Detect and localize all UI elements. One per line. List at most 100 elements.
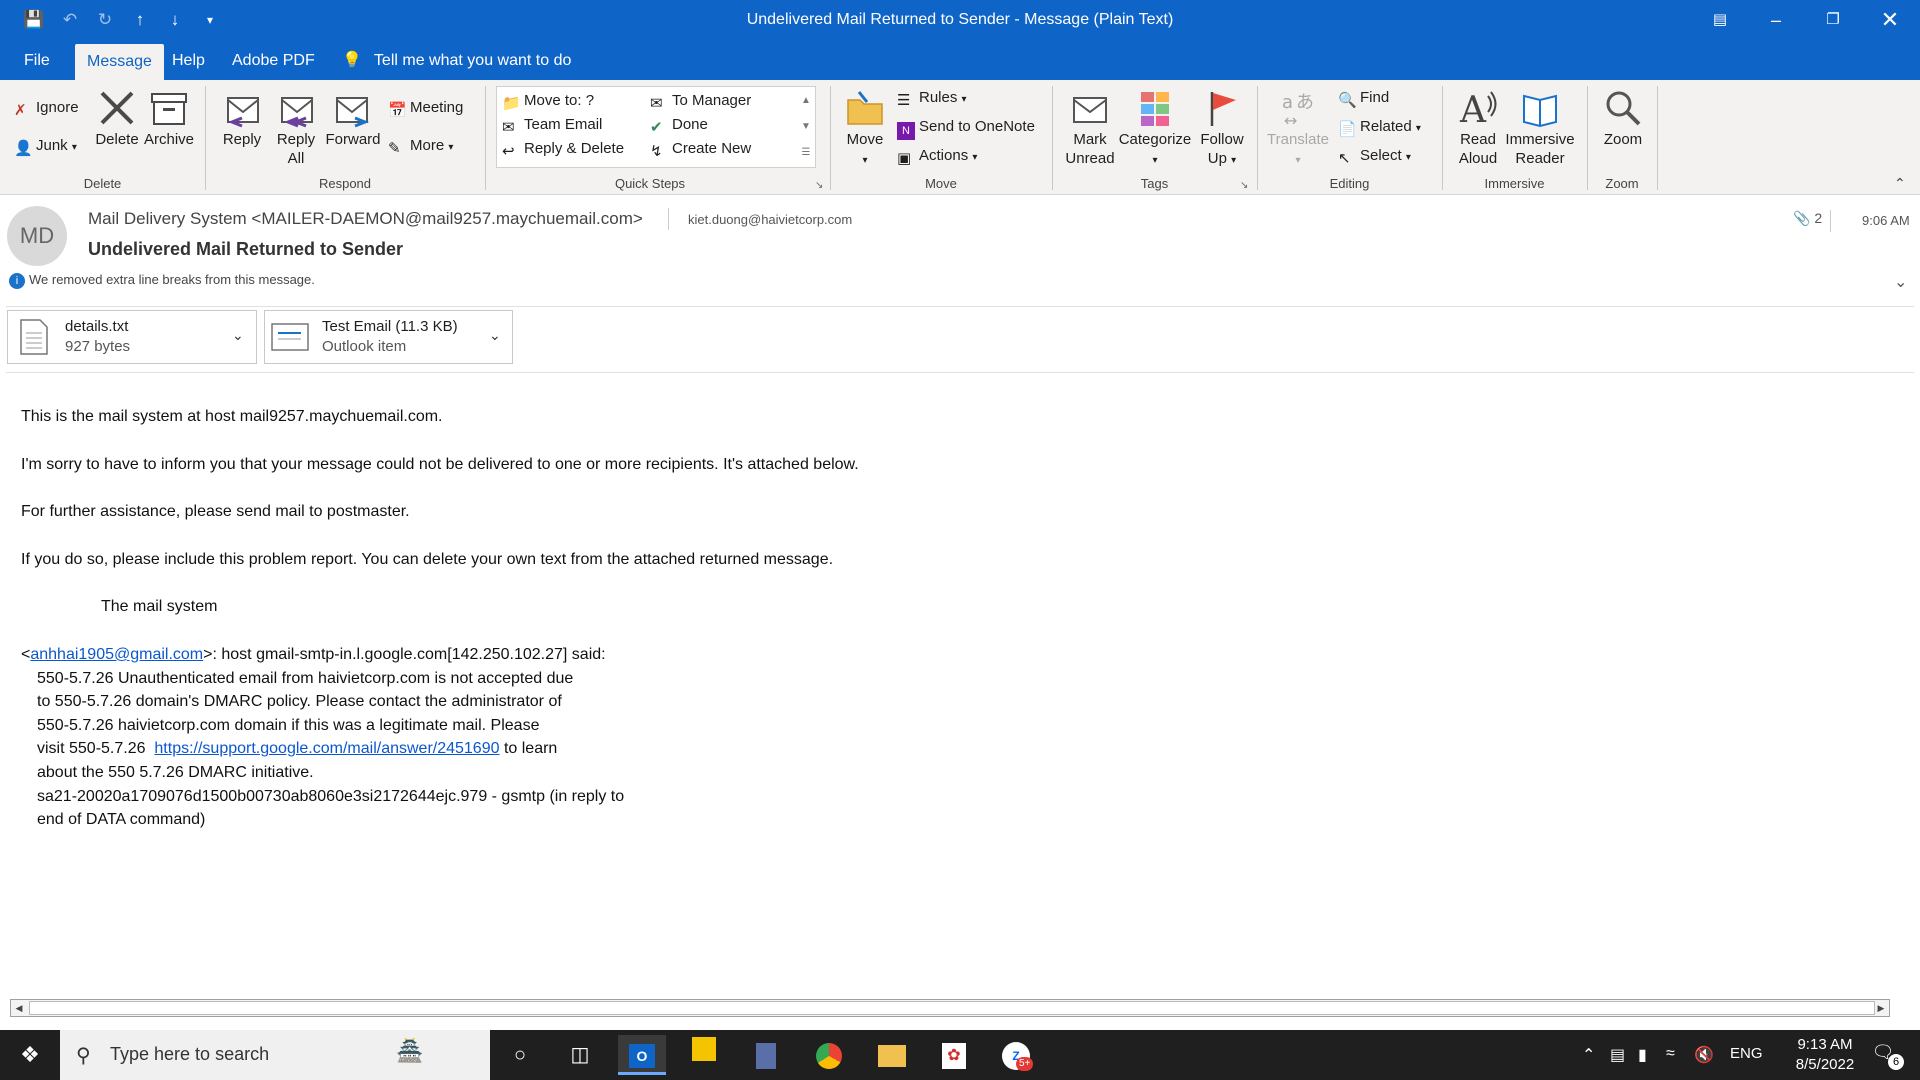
collapse-ribbon-icon[interactable]: ⌃: [1894, 175, 1906, 192]
volume-muted-icon[interactable]: 🔇: [1694, 1045, 1714, 1065]
categorize-button[interactable]: Categorize ▾: [1118, 88, 1192, 170]
move-to-label: Move to: ?: [524, 92, 595, 109]
attachment-test-email[interactable]: Test Email (11.3 KB) Outlook item ⌄: [264, 310, 513, 364]
move-button[interactable]: Move ▾: [840, 88, 890, 170]
related-button[interactable]: 📄 Related ▾: [1338, 117, 1421, 139]
taskbar: ❖ ⚲ Type here to search 🏯 ○ ◫ O ✿ Z 5+ ⌃…: [0, 1030, 1920, 1080]
meeting-button[interactable]: 📅 Meeting: [388, 98, 463, 119]
meeting-label: Meeting: [410, 99, 464, 116]
move-label: Move: [846, 131, 884, 148]
zoom-button[interactable]: Zoom: [1595, 88, 1651, 149]
quickstep-reply-delete[interactable]: ↩ Reply & Delete: [502, 139, 624, 160]
paperclip-icon: 📎: [1793, 210, 1811, 226]
zoom-label: Zoom: [1603, 131, 1643, 148]
wifi-icon[interactable]: ≈: [1666, 1045, 1675, 1063]
search-box[interactable]: ⚲ Type here to search 🏯: [60, 1030, 490, 1080]
close-button[interactable]: ✕: [1862, 0, 1918, 40]
more-button[interactable]: ✎ More ▾: [388, 136, 453, 158]
quickstep-create-new[interactable]: ↯ Create New: [650, 139, 751, 160]
error-line-text: to learn: [499, 740, 558, 758]
follow-up-button[interactable]: Follow Up ▾: [1196, 88, 1248, 170]
mark-unread-button[interactable]: Mark Unread: [1060, 88, 1120, 168]
support-link[interactable]: https://support.google.com/mail/answer/2…: [154, 740, 499, 757]
task-view-icon[interactable]: ◫: [556, 1035, 604, 1075]
delete-button[interactable]: Delete: [92, 88, 142, 149]
calculator-icon[interactable]: [742, 1035, 790, 1075]
subject: Undelivered Mail Returned to Sender: [88, 239, 404, 259]
dialog-launcher-icon[interactable]: ↘: [815, 180, 823, 191]
send-to-onenote-button[interactable]: N Send to OneNote: [897, 117, 1035, 140]
group-label-respond: Respond: [318, 176, 372, 191]
archive-button[interactable]: Archive: [142, 88, 196, 149]
expand-header-icon[interactable]: ⌄: [1894, 272, 1907, 292]
recipient-rest-text: >: host gmail-smtp-in.l.google.com[142.2…: [203, 645, 606, 663]
chevron-down-icon[interactable]: ⌄: [232, 327, 244, 344]
body-signature: The mail system: [101, 598, 218, 616]
ignore-button[interactable]: ✗ Ignore: [14, 98, 79, 119]
scrollbar-thumb[interactable]: [29, 1001, 1875, 1015]
lightbulb-icon: 💡: [342, 52, 362, 69]
minimize-button[interactable]: –: [1748, 0, 1804, 40]
language-indicator[interactable]: ENG: [1730, 1045, 1763, 1062]
forward-button[interactable]: Forward: [324, 88, 382, 149]
tags-dialog-launcher-icon[interactable]: ↘: [1240, 180, 1248, 191]
quickstep-done[interactable]: ✔ Done: [650, 115, 708, 136]
tab-file[interactable]: File: [12, 40, 62, 80]
scroll-left-icon[interactable]: ◀: [11, 1000, 27, 1016]
immersive-reader-button[interactable]: Immersive Reader: [1504, 88, 1576, 168]
quick-steps-scroll[interactable]: ▲ ▼ ☰: [798, 88, 814, 166]
meet-now-icon[interactable]: ▤: [1610, 1045, 1625, 1065]
checkmark-icon: ✔: [650, 119, 663, 136]
zalo-icon[interactable]: Z 5+: [992, 1035, 1040, 1075]
quickstep-to-manager[interactable]: ✉ To Manager: [650, 91, 751, 112]
avatar[interactable]: MD: [7, 206, 67, 266]
rules-button[interactable]: ☰ Rules ▾: [897, 88, 967, 110]
error-line: about the 550 5.7.26 DMARC initiative.: [37, 763, 314, 781]
file-explorer-icon[interactable]: [868, 1035, 916, 1075]
reply-all-button[interactable]: Reply All: [272, 88, 320, 168]
outlook-taskbar-icon[interactable]: O: [618, 1035, 666, 1075]
more-label: More: [410, 137, 445, 154]
chevron-up-icon[interactable]: ⌃: [1582, 1045, 1595, 1065]
divider: [668, 208, 669, 230]
recipient[interactable]: kiet.duong@haivietcorp.com: [688, 212, 852, 227]
scroll-right-icon[interactable]: ▶: [1873, 1000, 1889, 1016]
tell-me-box[interactable]: 💡 Tell me what you want to do: [330, 40, 583, 80]
recipient-line: <anhhai1905@gmail.com>: host gmail-smtp-…: [21, 643, 1871, 667]
quickstep-team-email[interactable]: ✉ Team Email: [502, 115, 602, 136]
junk-button[interactable]: 👤 Junk ▾: [14, 136, 77, 158]
acrobat-icon[interactable]: ✿: [930, 1035, 978, 1075]
attachment-details-txt[interactable]: details.txt 927 bytes ⌄: [7, 310, 257, 364]
body-paragraph: For further assistance, please send mail…: [21, 503, 410, 521]
find-button[interactable]: 🔍 Find: [1338, 88, 1389, 109]
zoom-icon: [1606, 91, 1641, 126]
search-placeholder: Type here to search: [110, 1044, 270, 1064]
actions-button[interactable]: ▣ Actions ▾: [897, 146, 977, 168]
recipient-email-link[interactable]: anhhai1905@gmail.com: [30, 646, 203, 663]
clock-time: 9:13 AM: [1797, 1036, 1853, 1053]
quickstep-move-to[interactable]: 📁 Move to: ?: [502, 91, 594, 112]
reply-icon: [227, 97, 259, 128]
sender[interactable]: Mail Delivery System <MAILER-DAEMON@mail…: [88, 209, 643, 229]
notification-center-icon[interactable]: 🗨 6: [1868, 1042, 1904, 1070]
attachment-size: 927 bytes: [65, 338, 131, 355]
tab-message[interactable]: Message: [75, 44, 164, 84]
tab-help[interactable]: Help: [160, 40, 217, 80]
reply-button[interactable]: Reply: [218, 88, 266, 149]
windows-start-icon[interactable]: ❖: [6, 1035, 54, 1075]
select-button[interactable]: ↖ Select ▾: [1338, 146, 1411, 168]
restore-button[interactable]: ❐: [1805, 0, 1861, 40]
sticky-notes-icon[interactable]: [680, 1035, 728, 1075]
error-line: 550-5.7.26 Unauthenticated email from ha…: [37, 669, 574, 687]
ribbon-display-options-icon[interactable]: ▤: [1692, 0, 1748, 40]
chevron-down-icon[interactable]: ⌄: [489, 327, 501, 344]
battery-icon[interactable]: ▮: [1638, 1045, 1647, 1065]
info-bar[interactable]: i We removed extra line breaks from this …: [9, 272, 315, 289]
translate-button[interactable]: a あ ↔ Translate ▾: [1265, 88, 1331, 170]
cortana-icon[interactable]: ○: [496, 1035, 544, 1075]
tab-adobe-pdf[interactable]: Adobe PDF: [220, 40, 327, 80]
horizontal-scrollbar[interactable]: ◀ ▶: [10, 999, 1890, 1017]
read-aloud-button[interactable]: A Read Aloud: [1450, 88, 1506, 168]
chrome-icon[interactable]: [805, 1035, 853, 1075]
clock[interactable]: 9:13 AM 8/5/2022: [1770, 1035, 1880, 1075]
